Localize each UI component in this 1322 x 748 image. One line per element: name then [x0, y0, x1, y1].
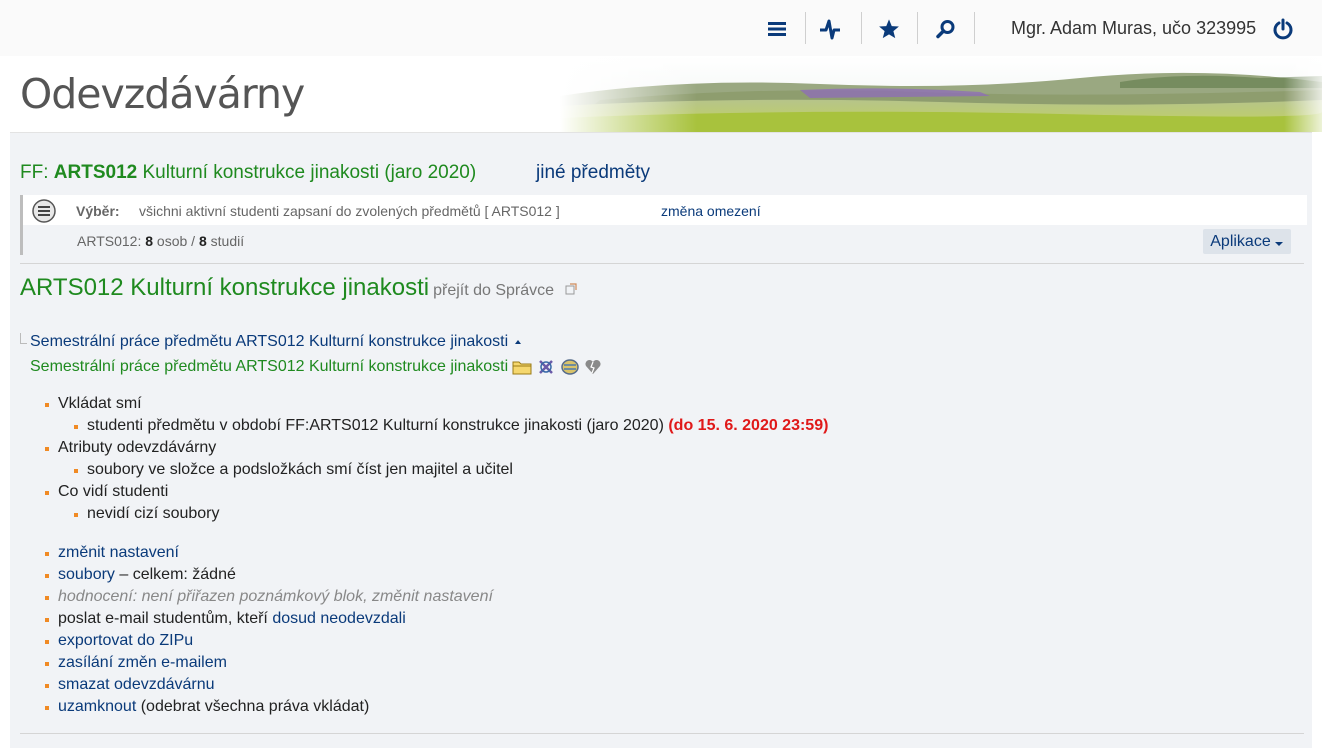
pulse-icon[interactable] [813, 13, 847, 45]
studies-count: 8 [198, 233, 207, 249]
section-title-text: ARTS012 Kulturní konstrukce jinakosti [20, 274, 430, 301]
applications-button[interactable]: Aplikace [1203, 229, 1291, 254]
filter-text: všichni aktivní studenti zapsaní do zvol… [139, 203, 560, 219]
lock-item: uzamknout (odebrat všechna práva vkládat… [44, 698, 370, 716]
students-see-value: nevidí cizí soubory [74, 505, 220, 522]
deadline: (do 15. 6. 2020 23:59) [668, 417, 829, 434]
lock-description: (odebrat všechna práva vkládat) [136, 698, 370, 715]
caret-down-icon [1274, 241, 1283, 246]
divider [20, 733, 1304, 734]
files-link[interactable]: soubory [58, 566, 115, 583]
attributes-value: soubory ve složce a podsložkách smí číst… [74, 461, 513, 478]
current-folder-name: Semestrální práce předmětu ARTS012 Kultu… [30, 358, 509, 375]
students-see-heading: Co vidí studenti [44, 483, 169, 500]
applications-label: Aplikace [1210, 232, 1271, 250]
export-item: exportovat do ZIPu [44, 632, 193, 650]
email-changes-item: zasílání změn e-mailem [45, 654, 227, 672]
rights-icon[interactable] [560, 357, 580, 377]
no-upload-icon[interactable] [536, 357, 556, 377]
email-item: poslat e-mail studentům, kteří dosud neo… [45, 610, 406, 628]
course-header: FF: ARTS012 Kulturní konstrukce jinakost… [20, 162, 476, 184]
filter-box: Výběr: všichni aktivní studenti zapsaní … [20, 195, 1307, 255]
caret-up-icon[interactable] [513, 338, 523, 346]
other-subjects-link[interactable]: jiné předměty [536, 162, 650, 184]
delete-dropbox-link[interactable]: smazat odevzdávárnu [58, 676, 215, 693]
hamburger-icon[interactable] [760, 13, 794, 45]
persons-label: osob / [153, 233, 199, 249]
separator [917, 12, 918, 44]
separator [861, 12, 862, 44]
counts-prefix: ARTS012: [77, 233, 146, 249]
grading-item: hodnocení: není přiřazen poznámkový blok… [45, 588, 493, 605]
main-content: FF: ARTS012 Kulturní konstrukce jinakost… [10, 132, 1312, 748]
separator [805, 12, 806, 44]
files-item: soubory – celkem: žádné [45, 566, 236, 584]
email-prefix: poslat e-mail studentům, kteří [58, 610, 273, 627]
change-settings-item: změnit nastavení [45, 544, 179, 562]
parent-folder: Semestrální práce předmětu ARTS012 Kultu… [30, 333, 523, 351]
filter-row: Výběr: všichni aktivní studenti zapsaní … [23, 195, 1307, 225]
divider [20, 263, 1304, 264]
insert-value: studenti předmětu v období FF:ARTS012 Ku… [73, 417, 829, 435]
folder-icon[interactable] [512, 359, 532, 375]
persons-count: 8 [145, 233, 154, 249]
user-name: Mgr. Adam Muras, učo 323995 [1011, 18, 1257, 38]
broken-heart-icon[interactable] [584, 359, 602, 375]
power-icon[interactable] [1266, 13, 1300, 45]
page-banner: Odevzdávárny [0, 56, 1322, 132]
files-total: – celkem: žádné [114, 566, 236, 583]
page-title: Odevzdávárny [20, 70, 305, 118]
studies-label: studií [206, 233, 245, 249]
attributes-heading: Atributy odevzdávárny [44, 439, 217, 456]
delete-item: smazat odevzdávárnu [45, 676, 215, 694]
student-counts: ARTS012: 8 osob / 8 studií [77, 233, 244, 249]
separator [974, 12, 975, 44]
email-changes-link[interactable]: zasílání změn e-mailem [58, 654, 227, 671]
section-title: ARTS012 Kulturní konstrukce jinakosti pře… [20, 274, 577, 302]
search-icon[interactable] [929, 13, 963, 45]
star-icon[interactable] [872, 13, 906, 45]
filter-label: Výběr: [76, 203, 120, 219]
goto-admin-link[interactable]: přejít do Správce [433, 282, 554, 299]
course-code: ARTS012 [53, 162, 138, 183]
course-name: Kulturní konstrukce jinakosti (jaro 2020… [137, 162, 477, 183]
top-navigation-bar: Mgr. Adam Muras, učo 323995 [0, 0, 1322, 57]
tree-connector [20, 333, 27, 344]
change-filter-link[interactable]: změna omezení [661, 203, 761, 219]
insert-value-text: studenti předmětu v období FF:ARTS012 Ku… [87, 417, 669, 434]
landscape-banner-image [560, 56, 1322, 132]
parent-folder-link[interactable]: Semestrální práce předmětu ARTS012 Kultu… [30, 333, 508, 350]
insert-heading: Vkládat smí [45, 395, 142, 412]
external-link-icon[interactable] [565, 283, 577, 295]
export-zip-link[interactable]: exportovat do ZIPu [58, 632, 193, 649]
lock-link[interactable]: uzamknout [58, 698, 136, 715]
not-submitted-link[interactable]: dosud neodevzdali [272, 610, 405, 627]
faculty-prefix: FF: [20, 162, 54, 183]
list-filter-icon [32, 199, 56, 223]
change-settings-link[interactable]: změnit nastavení [58, 544, 179, 561]
current-folder: Semestrální práce předmětu ARTS012 Kultu… [30, 357, 602, 377]
